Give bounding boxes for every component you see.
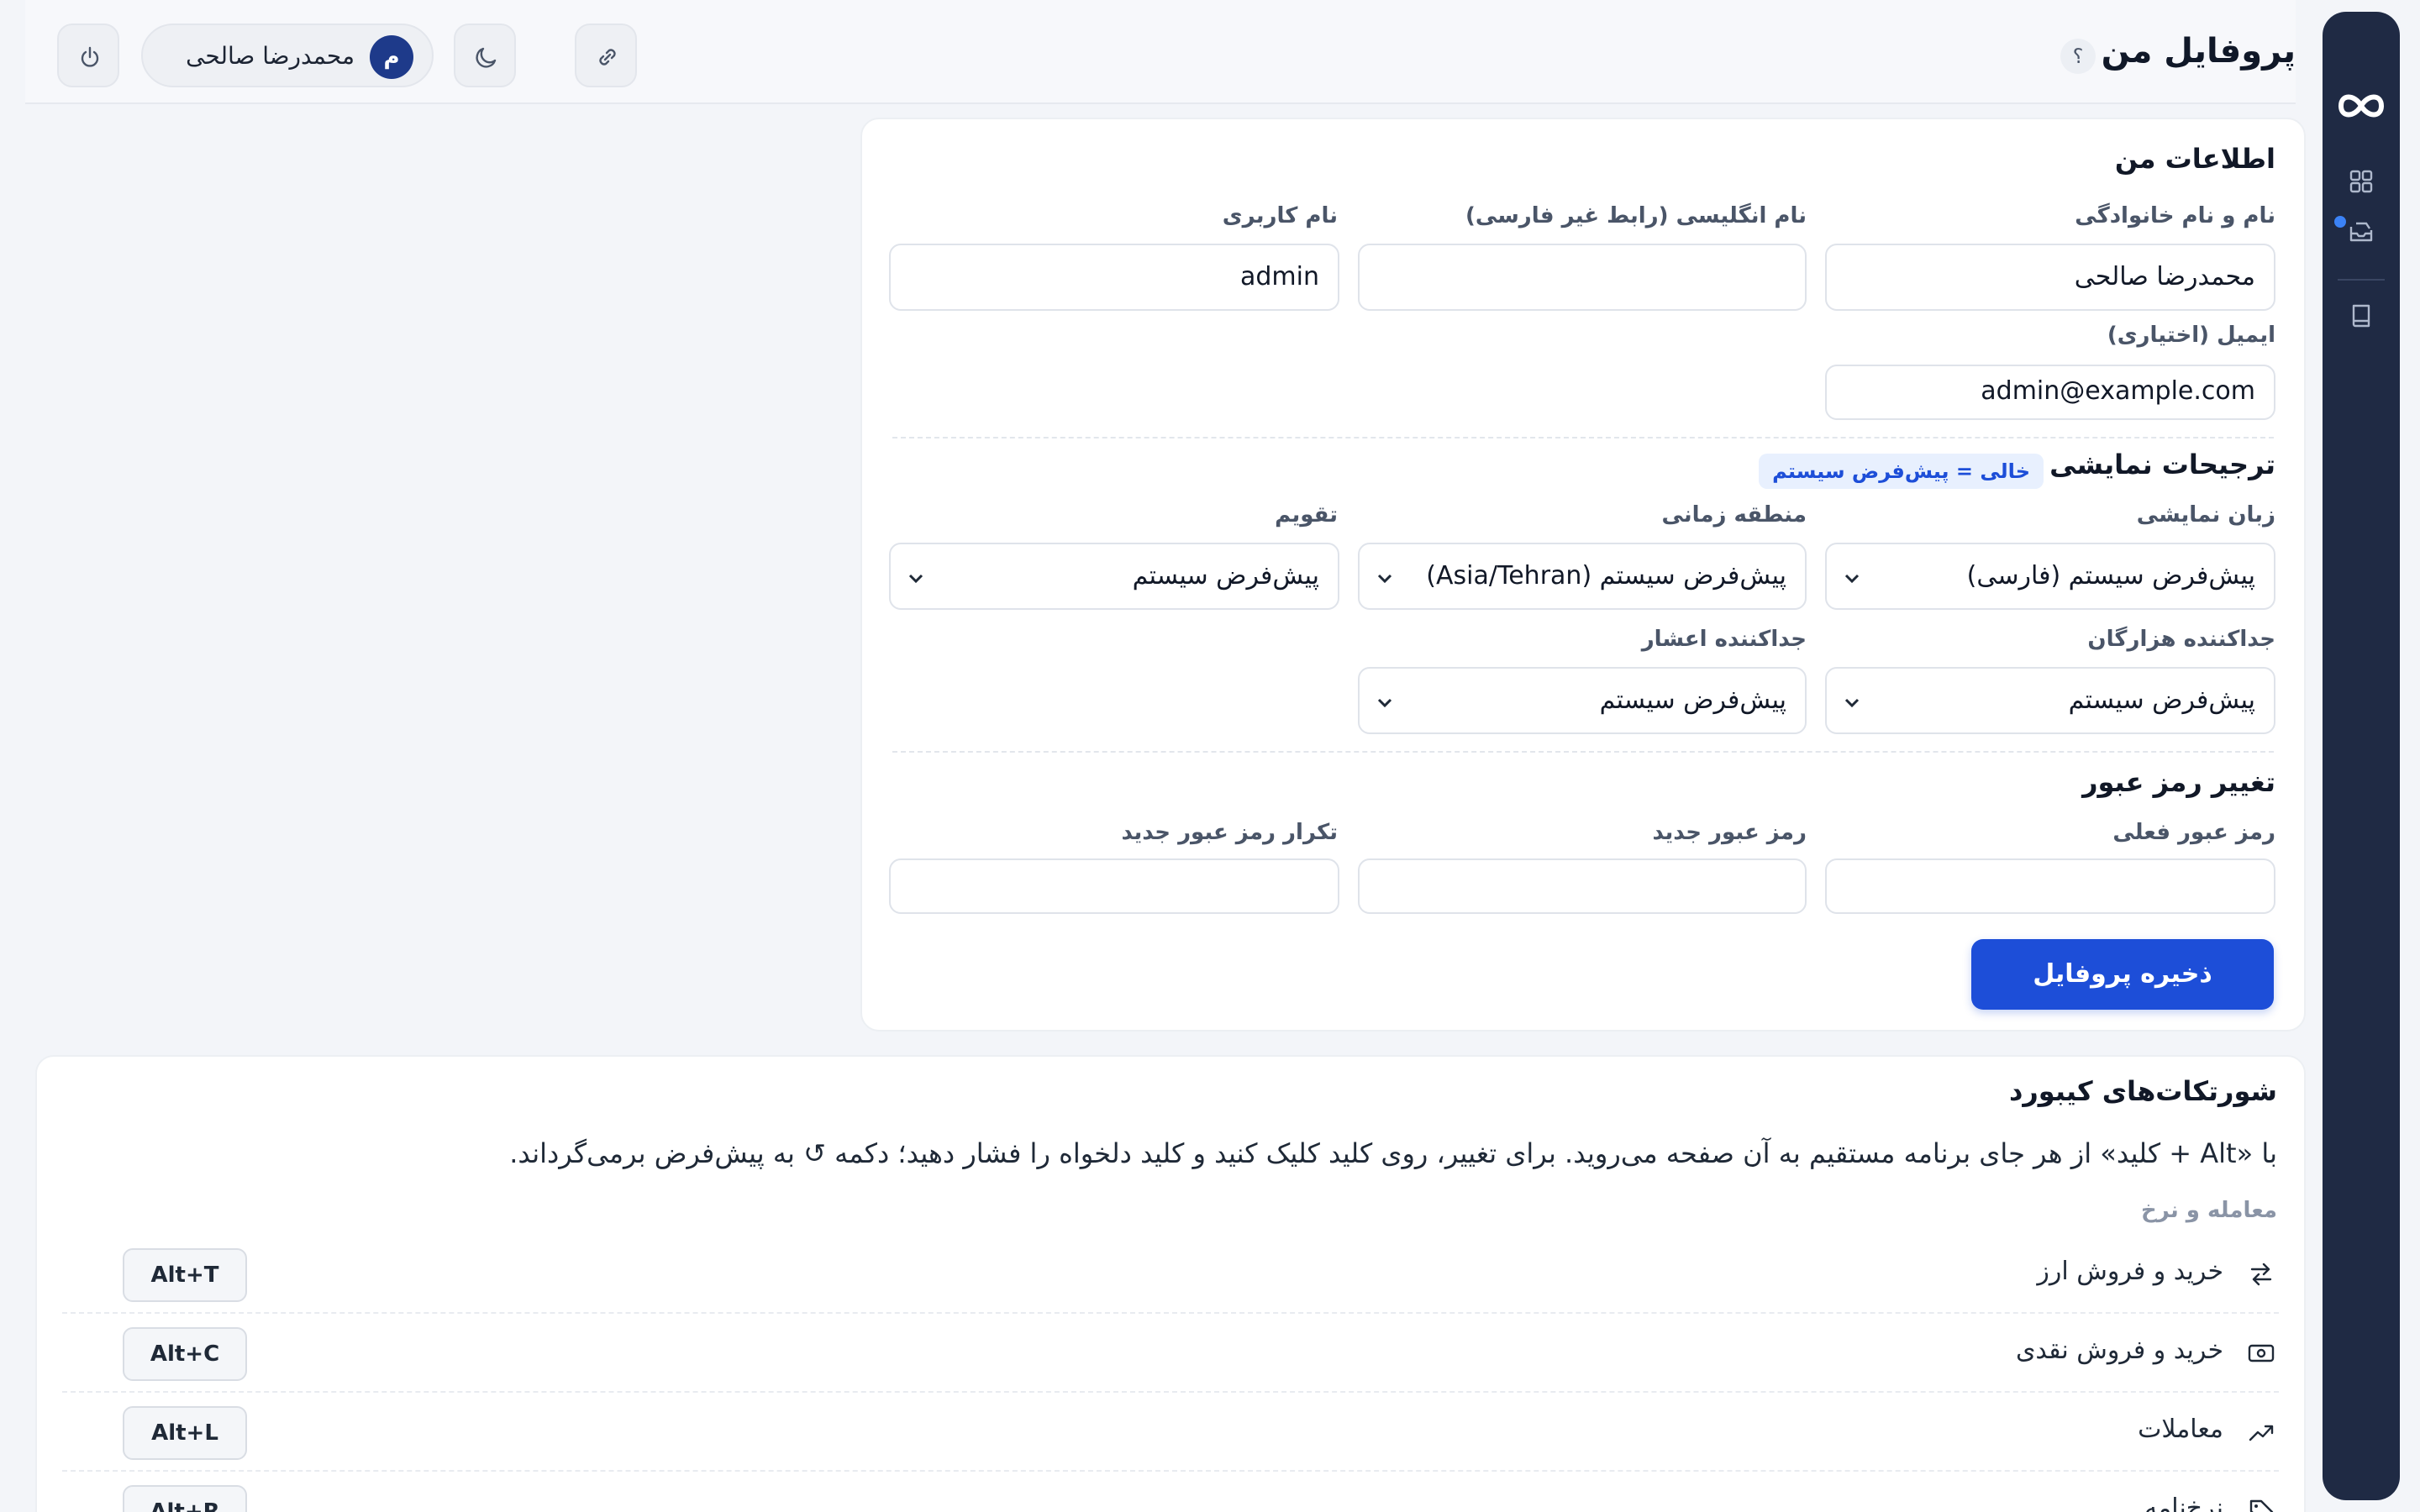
rail-divider [2338, 279, 2385, 281]
shortcut-name: خرید و فروش نقدی [2015, 1336, 2223, 1365]
shortcut-key-button[interactable]: Alt+R [123, 1485, 247, 1512]
section-divider [892, 437, 2274, 438]
shortcut-name: خرید و فروش ارز [2037, 1257, 2223, 1286]
book-icon[interactable] [2348, 302, 2375, 329]
dashboard-grid-icon[interactable] [2348, 168, 2375, 195]
chevron-down-icon [1377, 574, 1392, 584]
shortcuts-card: شورتکات‌های کیبورد با «Alt + کلید» از هر… [35, 1055, 2306, 1512]
language-value: پیش‌فرض سیستم (فارسی) [1966, 561, 2255, 591]
shortcut-key-button[interactable]: Alt+L [123, 1406, 247, 1460]
language-select[interactable]: پیش‌فرض سیستم (فارسی) [1825, 543, 2275, 610]
side-rail [2323, 12, 2400, 1500]
logout-button[interactable] [57, 24, 119, 87]
user-name: محمدرضا صالحی [186, 42, 355, 70]
chevron-down-icon [908, 574, 923, 584]
timezone-select[interactable]: پیش‌فرض سیستم (Asia/Tehran) [1358, 543, 1807, 610]
full-name-label: نام و نام خانوادگی [2075, 203, 2275, 228]
cash-icon [2248, 1344, 2275, 1362]
shortcuts-title: شورتکات‌های کیبورد [2008, 1075, 2277, 1107]
section-title-info: اطلاعات من [2114, 143, 2275, 175]
user-menu[interactable]: م محمدرضا صالحی [141, 24, 434, 87]
shortcut-name: نرخ‌نامه [2144, 1494, 2223, 1512]
thousands-sep-value: پیش‌فرض سیستم [2068, 685, 2255, 715]
copy-link-button[interactable] [575, 24, 637, 87]
shortcut-key-button[interactable]: Alt+C [123, 1327, 247, 1381]
full-name-field[interactable]: محمدرضا صالحی [1825, 244, 2275, 311]
section-title-password: تغییر رمز عبور [2082, 766, 2275, 798]
prefs-hint-badge: خالی = پیش‌فرض سیستم [1759, 454, 2044, 489]
decimal-sep-select[interactable]: پیش‌فرض سیستم [1358, 667, 1807, 734]
chevron-down-icon [1844, 574, 1860, 584]
tag-icon [2249, 1499, 2274, 1512]
language-label: زبان نمایشی [2136, 502, 2275, 528]
thousands-sep-select[interactable]: پیش‌فرض سیستم [1825, 667, 2275, 734]
shortcuts-description: با «Alt + کلید» از هر جای برنامه مستقیم … [509, 1137, 2277, 1169]
chevron-down-icon [1377, 698, 1392, 708]
email-value: admin@example.com [1981, 376, 2255, 406]
link-icon [599, 49, 616, 66]
timezone-value: پیش‌فرض سیستم (Asia/Tehran) [1426, 561, 1786, 591]
current-password-field[interactable] [1825, 858, 2275, 914]
inbox-icon[interactable] [2348, 218, 2375, 245]
username-label: نام کاربری [1222, 203, 1338, 228]
shortcut-row: معاملات Alt+L [62, 1393, 2279, 1472]
shortcut-row: خرید و فروش نقدی Alt+C [62, 1314, 2279, 1393]
username-value: admin [1240, 262, 1319, 291]
arrows-exchange-icon [2250, 1263, 2272, 1286]
repeat-password-field[interactable] [889, 858, 1339, 914]
shortcut-group-label: معامله و نرخ [2141, 1198, 2277, 1223]
shortcut-name: معاملات [2138, 1415, 2223, 1444]
save-profile-button[interactable]: ذخیره پروفایل [1971, 939, 2274, 1010]
shortcut-key-button[interactable]: Alt+T [123, 1248, 247, 1302]
section-divider [892, 751, 2274, 753]
repeat-password-label: تکرار رمز عبور جدید [1121, 820, 1338, 845]
new-password-label: رمز عبور جدید [1652, 820, 1807, 845]
infinity-logo-icon[interactable] [2334, 89, 2388, 123]
decimal-sep-value: پیش‌فرض سیستم [1599, 685, 1786, 715]
profile-card: اطلاعات من نام و نام خانوادگی نام انگلیس… [860, 118, 2306, 1032]
notification-dot [2334, 216, 2346, 228]
timezone-label: منطقه زمانی [1661, 502, 1807, 528]
power-icon [81, 46, 99, 67]
calendar-value: پیش‌فرض سیستم [1132, 561, 1319, 591]
shortcut-row: خرید و فروش ارز Alt+T [62, 1235, 2279, 1314]
help-button[interactable]: ؟ [2060, 39, 2096, 74]
calendar-select[interactable]: پیش‌فرض سیستم [889, 543, 1339, 610]
username-field[interactable]: admin [889, 244, 1339, 311]
full-name-value: محمدرضا صالحی [2074, 262, 2255, 291]
page-title: پروفایل من [2101, 32, 2296, 71]
english-name-label: نام انگلیسی (رابط غیر فارسی) [1465, 203, 1807, 228]
chevron-down-icon [1844, 698, 1860, 708]
current-password-label: رمز عبور فعلی [2112, 820, 2275, 845]
email-label: ایمیل (اختیاری) [2107, 323, 2275, 348]
top-header: پروفایل من ؟ م محمدرضا صالحی [25, 0, 2296, 104]
decimal-sep-label: جداکننده اعشار [1641, 627, 1807, 652]
trending-up-icon [2249, 1425, 2274, 1441]
new-password-field[interactable] [1358, 858, 1807, 914]
thousands-sep-label: جداکننده هزارگان [2087, 627, 2275, 652]
calendar-label: تقویم [1275, 502, 1338, 528]
avatar: م [370, 35, 413, 79]
english-name-field[interactable] [1358, 244, 1807, 311]
theme-toggle-button[interactable] [454, 24, 516, 87]
email-field[interactable]: admin@example.com [1825, 365, 2275, 420]
moon-icon [476, 47, 497, 68]
shortcut-row: نرخ‌نامه Alt+R [62, 1472, 2279, 1512]
